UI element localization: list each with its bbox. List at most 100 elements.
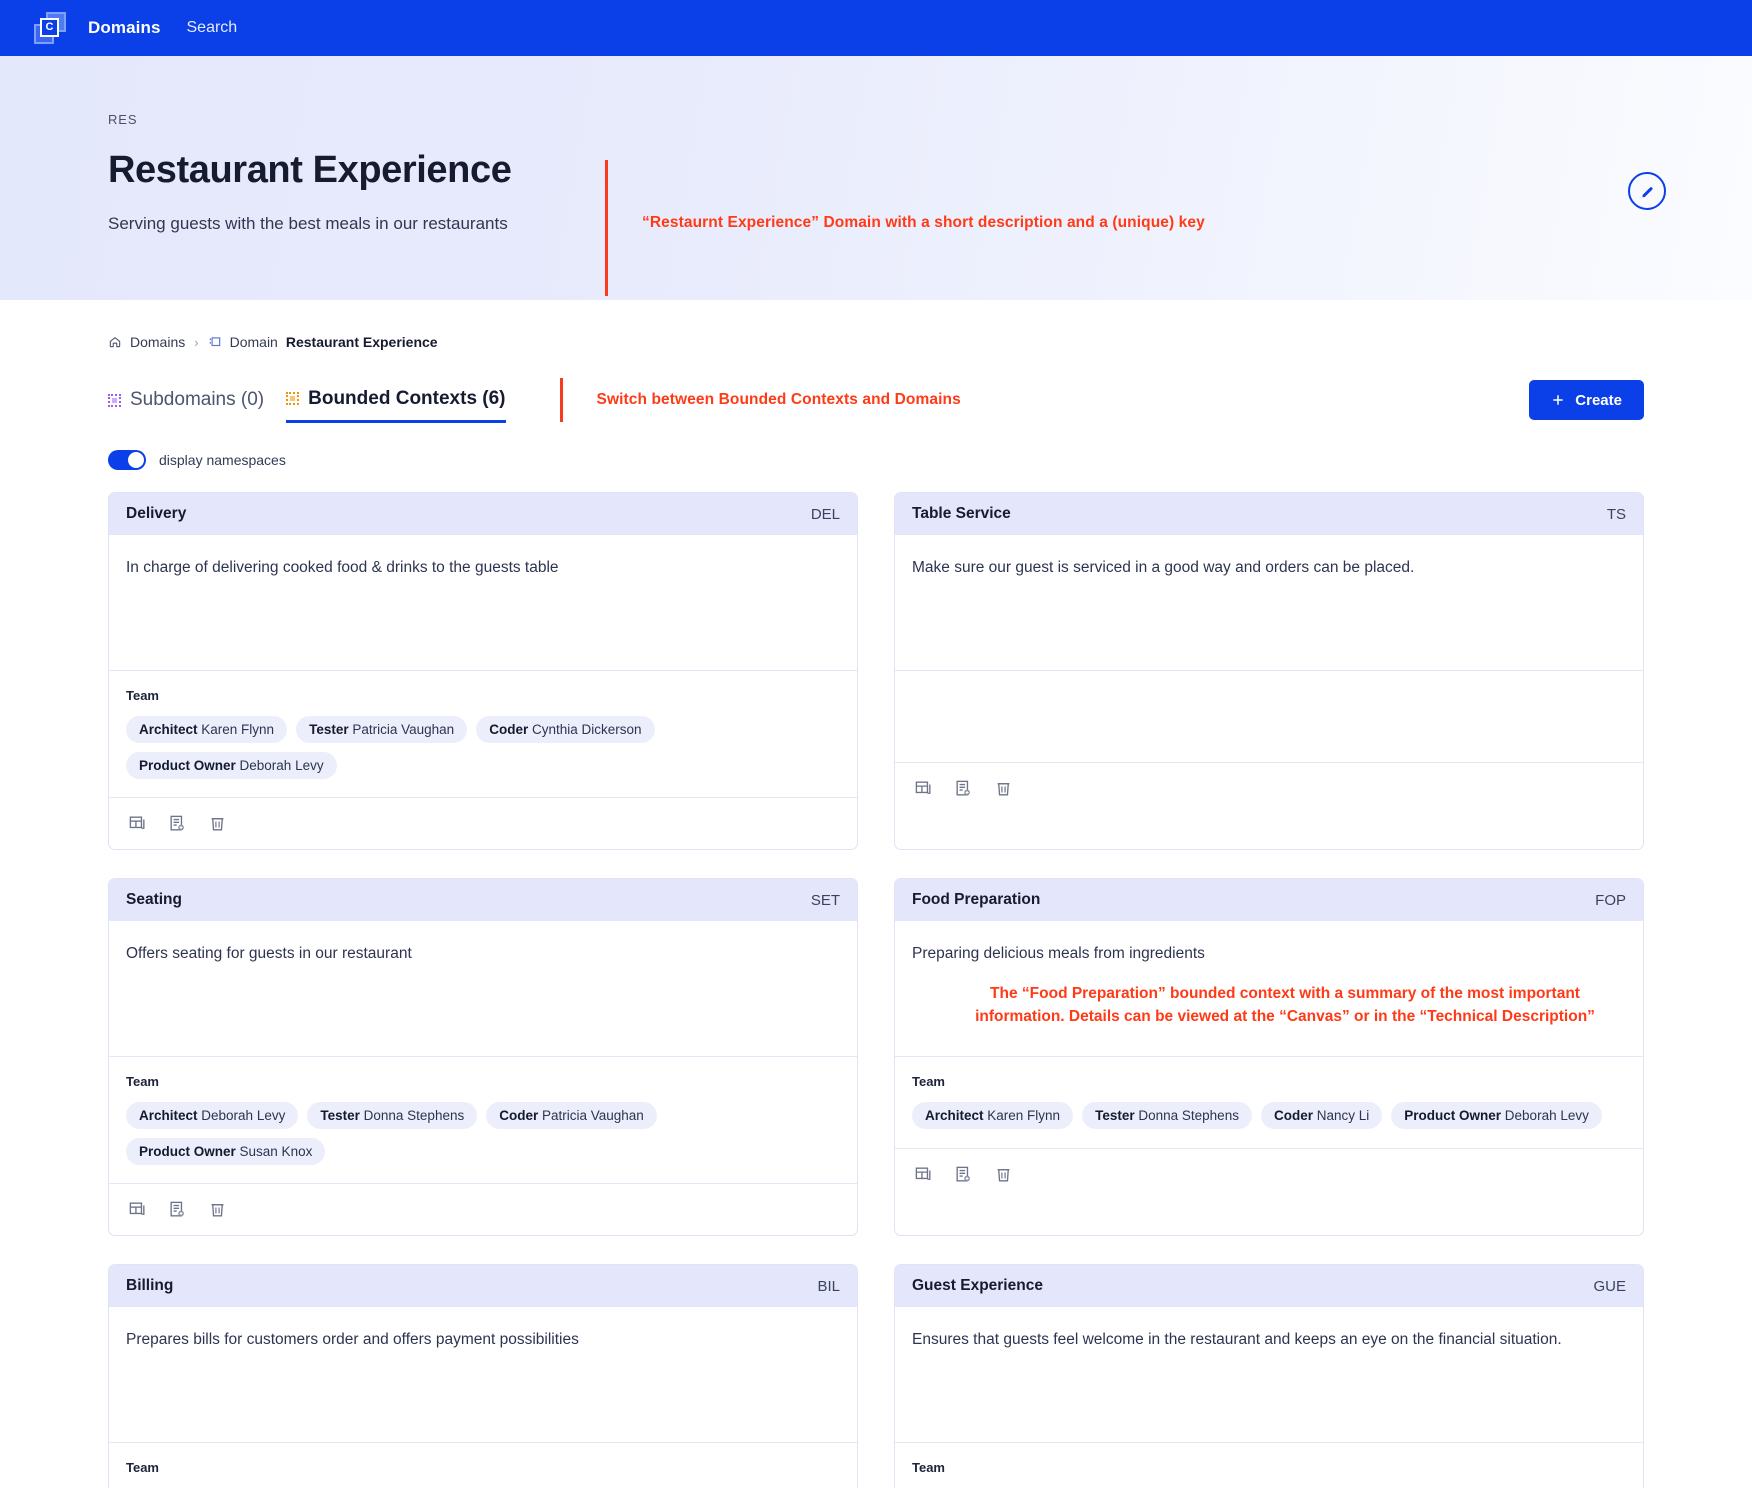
- card-team-section: [895, 670, 1643, 762]
- technical-description-icon: [956, 1166, 970, 1182]
- dotted-square-icon-purple: [108, 393, 121, 407]
- team-chips: Architect Karen Flynn Tester Donna Stephe…: [912, 1102, 1626, 1129]
- breadcrumb-home[interactable]: Domains: [108, 334, 185, 350]
- team-role: Tester: [320, 1108, 360, 1123]
- display-namespaces-toggle[interactable]: [108, 450, 146, 470]
- delete-card-button[interactable]: [208, 814, 227, 833]
- nav-brand-domains[interactable]: Domains: [88, 18, 161, 38]
- canvas-layout-icon: [129, 1202, 145, 1215]
- open-technical-description-button[interactable]: [168, 1200, 187, 1219]
- open-canvas-button[interactable]: [128, 814, 147, 833]
- team-role: Product Owner: [139, 1144, 236, 1159]
- team-chip[interactable]: Tester Donna Stephens: [1082, 1102, 1252, 1129]
- card-title: Table Service: [912, 505, 1011, 522]
- team-member-name: Patricia Vaughan: [542, 1108, 644, 1123]
- card-title: Guest Experience: [912, 1277, 1043, 1294]
- card-header: Seating SET: [109, 879, 857, 921]
- delete-card-button[interactable]: [208, 1200, 227, 1219]
- edit-domain-button[interactable]: [1628, 172, 1666, 210]
- delete-card-button[interactable]: [994, 779, 1013, 798]
- card-team-section: Team Architect Debra DaltonTester Donna …: [895, 1442, 1643, 1488]
- team-label: Team: [126, 1460, 159, 1475]
- delete-card-button[interactable]: [994, 1165, 1013, 1184]
- team-member-name: Deborah Levy: [1504, 1108, 1589, 1123]
- pencil-icon: [1641, 186, 1653, 197]
- team-chips: Architect Deborah Levy Tester Donna Steph…: [126, 1102, 840, 1165]
- card-title: Food Preparation: [912, 891, 1041, 908]
- team-member-name: Nancy Li: [1316, 1108, 1370, 1123]
- tab-subdomains[interactable]: Subdomains (0): [108, 389, 264, 421]
- team-chip[interactable]: Architect Karen Flynn: [912, 1102, 1074, 1129]
- team-chip[interactable]: Coder Nancy Li: [1260, 1102, 1383, 1129]
- toggle-knob: [128, 452, 144, 468]
- open-canvas-button[interactable]: [914, 779, 933, 798]
- team-member-name: Deborah Levy: [239, 758, 324, 773]
- top-navbar: C Domains Search: [0, 0, 1752, 56]
- card-description: Ensures that guests feel welcome in the …: [895, 1307, 1643, 1442]
- team-role: Coder: [499, 1108, 539, 1123]
- team-chip[interactable]: Product Owner Deborah Levy: [126, 752, 337, 779]
- team-chip[interactable]: Tester Patricia Vaughan: [296, 716, 468, 743]
- team-member-name: Donna Stephens: [363, 1108, 465, 1123]
- nav-link-search[interactable]: Search: [187, 19, 238, 37]
- canvas-layout-icon: [129, 816, 145, 829]
- card-title: Billing: [126, 1277, 174, 1294]
- card-key: BIL: [817, 1277, 840, 1295]
- create-button[interactable]: Create: [1529, 380, 1644, 420]
- card-key: GUE: [1593, 1277, 1626, 1295]
- card-key: DEL: [810, 505, 840, 523]
- team-chip[interactable]: Architect Deborah Levy: [126, 1102, 299, 1129]
- team-member-name: Donna Stephens: [1138, 1108, 1239, 1123]
- card-header: Guest Experience GUE: [895, 1265, 1643, 1307]
- annotation-text-card: The “Food Preparation” bounded context w…: [975, 985, 1595, 1025]
- open-canvas-button[interactable]: [914, 1165, 933, 1184]
- card-description: Prepares bills for customers order and o…: [109, 1307, 857, 1442]
- team-role: Architect: [139, 1108, 198, 1123]
- breadcrumb-current[interactable]: Domain Restaurant Experience: [208, 334, 438, 350]
- breadcrumb-current-label: Restaurant Experience: [285, 334, 438, 350]
- team-member-name: Cynthia Dickerson: [531, 722, 642, 737]
- breadcrumb-separator: ›: [194, 334, 199, 350]
- domain-icon: [209, 337, 220, 347]
- home-icon: [109, 337, 121, 348]
- annotation-rule-tabs: [559, 378, 563, 422]
- team-chip[interactable]: Tester Donna Stephens: [307, 1102, 478, 1129]
- main-content: Domains › Domain Restaurant Experience S…: [0, 334, 1752, 1488]
- create-button-label: Create: [1575, 391, 1622, 409]
- team-chip[interactable]: Product Owner Deborah Levy: [1391, 1102, 1602, 1129]
- annotation-rule: [605, 160, 608, 296]
- card-header: Delivery DEL: [109, 493, 857, 535]
- trash-icon: [211, 1204, 224, 1217]
- team-chip[interactable]: Architect Karen Flynn: [126, 716, 288, 743]
- team-chip[interactable]: Coder Cynthia Dickerson: [476, 716, 655, 743]
- team-chip[interactable]: Product Owner Susan Knox: [126, 1138, 326, 1165]
- team-label: Team: [126, 1074, 159, 1089]
- bounded-context-card[interactable]: Seating SET Offers seating for guests in…: [108, 878, 858, 1236]
- card-key: SET: [810, 891, 840, 909]
- open-canvas-button[interactable]: [128, 1200, 147, 1219]
- bounded-context-card[interactable]: Food Preparation FOP Preparing delicious…: [894, 878, 1644, 1236]
- bounded-context-card[interactable]: Table Service TS Make sure our guest is …: [894, 492, 1644, 850]
- card-description-text: Make sure our guest is serviced in a goo…: [912, 559, 1415, 576]
- card-header: Billing BIL: [109, 1265, 857, 1307]
- card-description-text: Offers seating for guests in our restaur…: [126, 945, 412, 962]
- team-role: Product Owner: [1404, 1108, 1502, 1123]
- card-description: Preparing delicious meals from ingredien…: [895, 921, 1643, 1056]
- card-title: Seating: [126, 891, 182, 908]
- team-chip[interactable]: Coder Patricia Vaughan: [486, 1102, 657, 1129]
- bounded-context-card[interactable]: Guest Experience GUE Ensures that guests…: [894, 1264, 1644, 1488]
- bounded-context-card[interactable]: Billing BIL Prepares bills for customers…: [108, 1264, 858, 1488]
- app-logo-icon[interactable]: C: [34, 12, 66, 44]
- team-role: Architect: [925, 1108, 984, 1123]
- tab-bounded-contexts[interactable]: Bounded Contexts (6): [286, 388, 506, 423]
- open-technical-description-button[interactable]: [954, 779, 973, 798]
- team-role: Product Owner: [139, 758, 236, 773]
- card-description-text: Prepares bills for customers order and o…: [126, 1331, 579, 1348]
- bounded-context-card[interactable]: Delivery DEL In charge of delivering coo…: [108, 492, 858, 850]
- display-namespaces-row: display namespaces: [108, 450, 1644, 470]
- open-technical-description-button[interactable]: [954, 1165, 973, 1184]
- technical-description-icon: [956, 780, 970, 796]
- open-technical-description-button[interactable]: [168, 814, 187, 833]
- technical-description-icon: [170, 815, 184, 831]
- team-role: Architect: [139, 722, 198, 737]
